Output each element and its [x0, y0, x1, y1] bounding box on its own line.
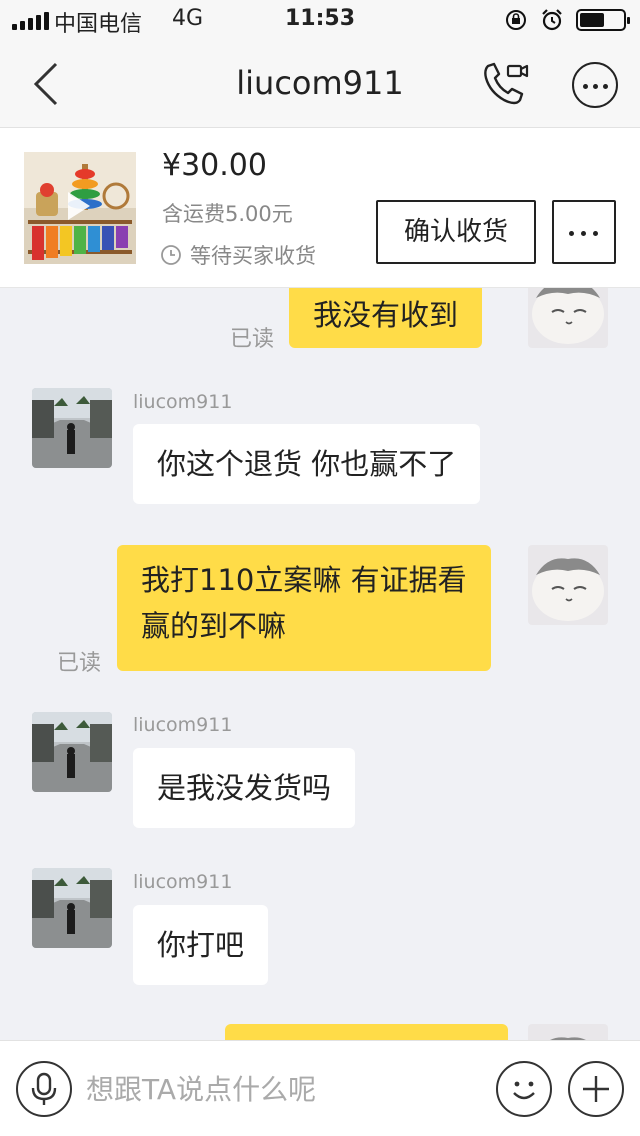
message-bubble-outgoing[interactable] [225, 1024, 508, 1040]
order-more-button[interactable] [552, 200, 616, 264]
rotation-lock-icon [506, 10, 526, 30]
contact-avatar[interactable] [32, 388, 112, 468]
alarm-icon [542, 9, 562, 31]
message-bubble-incoming[interactable]: 你这个退货 你也赢不了 [133, 424, 481, 504]
more-actions-button[interactable] [568, 1061, 624, 1117]
contact-avatar[interactable] [32, 712, 112, 792]
order-card: ¥30.00 含运费5.00元 等待买家收货 确认收货 [0, 128, 640, 288]
message-bubble-outgoing[interactable]: 我打110立案嘛 有证据看 赢的到不嘛 [117, 545, 491, 671]
order-status-text: 等待买家收货 [190, 244, 316, 268]
order-status: 等待买家收货 [160, 240, 316, 270]
read-receipt: 已读 [57, 651, 102, 676]
play-icon[interactable] [68, 192, 90, 220]
more-options-button[interactable] [572, 62, 618, 108]
my-avatar[interactable] [528, 288, 608, 348]
phone-video-icon[interactable] [480, 60, 530, 108]
status-bar: 中国电信 4G 11:53 [0, 0, 640, 40]
voice-button[interactable] [16, 1061, 72, 1117]
message-input[interactable] [86, 1061, 486, 1117]
message-text: 是我没发货吗 [157, 771, 332, 805]
product-thumbnail[interactable] [24, 152, 136, 264]
shipping-fee: 含运费5.00元 [162, 202, 293, 226]
read-receipt: 已读 [230, 327, 275, 352]
message-text: 你这个退货 你也赢不了 [157, 447, 457, 481]
emoji-button[interactable] [496, 1061, 552, 1117]
microphone-icon [31, 1072, 57, 1105]
sender-name: liucom911 [133, 391, 233, 413]
emoji-icon [513, 1081, 535, 1100]
my-avatar[interactable] [528, 545, 608, 625]
message-text: 我没有收到 [313, 298, 459, 332]
contact-avatar[interactable] [32, 868, 112, 948]
message-text-line: 我打110立案嘛 有证据看 [141, 563, 467, 597]
chat-area[interactable]: 我没有收到 已读 liucom911 你这个退货 你也赢不了 我打110立案嘛 … [0, 288, 640, 1040]
message-bubble-incoming[interactable]: 是我没发货吗 [133, 748, 356, 828]
message-text: 你打吧 [157, 928, 245, 962]
my-avatar[interactable] [528, 1024, 608, 1040]
message-bubble-incoming[interactable]: 你打吧 [133, 905, 269, 985]
page-title: liucom911 [236, 64, 404, 102]
sender-name: liucom911 [133, 871, 233, 893]
nav-bar: liucom911 [0, 40, 640, 128]
sender-name: liucom911 [133, 714, 233, 736]
plus-icon [583, 1076, 609, 1102]
battery-icon [576, 9, 630, 31]
input-bar [0, 1040, 640, 1136]
clock-icon [161, 245, 181, 265]
message-text-line: 赢的到不嘛 [141, 609, 287, 643]
message-bubble-outgoing[interactable]: 我没有收到 [289, 288, 483, 348]
order-price: ¥30.00 [162, 148, 267, 183]
confirm-receipt-button[interactable]: 确认收货 [376, 200, 536, 264]
